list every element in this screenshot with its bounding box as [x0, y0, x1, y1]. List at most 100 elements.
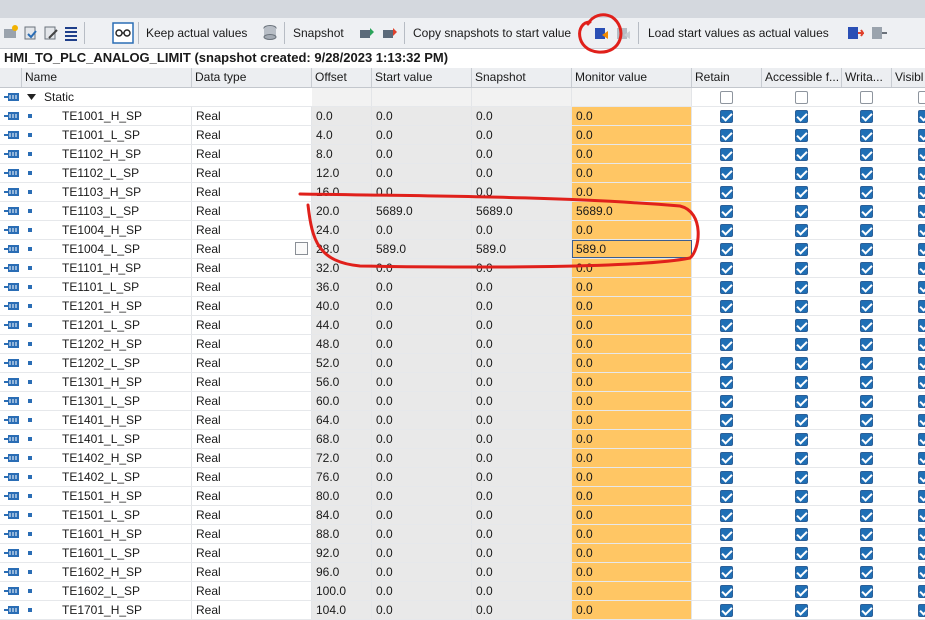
accessible-checkbox[interactable]: [795, 281, 808, 294]
accessible-checkbox[interactable]: [795, 243, 808, 256]
tag-monitor-value[interactable]: 0.0: [572, 563, 692, 581]
table-row[interactable]: TE1601_L_SP Real 92.0 0.0 0.0 0.0: [0, 544, 925, 563]
writable-checkbox[interactable]: [860, 414, 873, 427]
tag-monitor-value[interactable]: 0.0: [572, 183, 692, 201]
writable-checkbox[interactable]: [860, 585, 873, 598]
tag-monitor-value[interactable]: 0.0: [572, 430, 692, 448]
table-row[interactable]: TE1202_L_SP Real 52.0 0.0 0.0 0.0: [0, 354, 925, 373]
retain-checkbox[interactable]: [720, 604, 733, 617]
tag-name[interactable]: TE1401_H_SP: [58, 411, 192, 429]
visible-checkbox[interactable]: [918, 148, 925, 161]
tag-start-value[interactable]: 0.0: [372, 316, 472, 334]
writable-checkbox[interactable]: [860, 547, 873, 560]
retain-checkbox[interactable]: [720, 528, 733, 541]
tag-monitor-value[interactable]: 0.0: [572, 392, 692, 410]
table-row[interactable]: TE1201_L_SP Real 44.0 0.0 0.0 0.0: [0, 316, 925, 335]
tag-name[interactable]: TE1401_L_SP: [58, 430, 192, 448]
database-icon[interactable]: [262, 24, 280, 42]
tag-name[interactable]: TE1004_H_SP: [58, 221, 192, 239]
accessible-checkbox[interactable]: [795, 338, 808, 351]
tag-start-value[interactable]: 0.0: [372, 297, 472, 315]
tag-name[interactable]: TE1602_H_SP: [58, 563, 192, 581]
retain-checkbox[interactable]: [720, 224, 733, 237]
tag-data-type[interactable]: Real: [192, 221, 312, 239]
table-row[interactable]: TE1501_H_SP Real 80.0 0.0 0.0 0.0: [0, 487, 925, 506]
table-row[interactable]: TE1101_H_SP Real 32.0 0.0 0.0 0.0: [0, 259, 925, 278]
tag-monitor-value[interactable]: 0.0: [572, 449, 692, 467]
table-row[interactable]: TE1602_L_SP Real 100.0 0.0 0.0 0.0: [0, 582, 925, 601]
writable-checkbox[interactable]: [860, 262, 873, 275]
header-accessible[interactable]: Accessible f...: [762, 68, 842, 87]
visible-checkbox[interactable]: [918, 319, 925, 332]
retain-checkbox[interactable]: [720, 490, 733, 503]
tag-monitor-value[interactable]: 5689.0: [572, 202, 692, 220]
tag-data-type[interactable]: Real: [192, 145, 312, 163]
visible-checkbox[interactable]: [918, 91, 925, 104]
writable-checkbox[interactable]: [860, 395, 873, 408]
keep-actual-values-button[interactable]: Keep actual values: [146, 24, 247, 42]
visible-checkbox[interactable]: [918, 376, 925, 389]
accessible-checkbox[interactable]: [795, 167, 808, 180]
tag-data-type[interactable]: Real: [192, 259, 312, 277]
retain-checkbox[interactable]: [720, 110, 733, 123]
tag-name[interactable]: TE1602_L_SP: [58, 582, 192, 600]
static-group-row[interactable]: Static: [0, 88, 925, 107]
tag-data-type[interactable]: Real: [192, 582, 312, 600]
writable-checkbox[interactable]: [860, 110, 873, 123]
table-row[interactable]: TE1501_L_SP Real 84.0 0.0 0.0 0.0: [0, 506, 925, 525]
tag-name[interactable]: TE1102_H_SP: [58, 145, 192, 163]
edit-list-icon[interactable]: [295, 242, 308, 255]
accessible-checkbox[interactable]: [795, 490, 808, 503]
writable-checkbox[interactable]: [860, 604, 873, 617]
tag-data-type[interactable]: Real: [192, 411, 312, 429]
retain-checkbox[interactable]: [720, 205, 733, 218]
retain-checkbox[interactable]: [720, 148, 733, 161]
accessible-checkbox[interactable]: [795, 262, 808, 275]
tag-start-value[interactable]: 0.0: [372, 411, 472, 429]
monitor-glasses-icon[interactable]: [112, 22, 134, 44]
tag-name[interactable]: TE1102_L_SP: [58, 164, 192, 182]
visible-checkbox[interactable]: [918, 585, 925, 598]
tag-name[interactable]: TE1001_L_SP: [58, 126, 192, 144]
header-offset[interactable]: Offset: [312, 68, 372, 87]
table-row[interactable]: TE1102_H_SP Real 8.0 0.0 0.0 0.0: [0, 145, 925, 164]
tag-data-type[interactable]: Real: [192, 563, 312, 581]
visible-checkbox[interactable]: [918, 395, 925, 408]
visible-checkbox[interactable]: [918, 433, 925, 446]
accessible-checkbox[interactable]: [795, 110, 808, 123]
tag-name[interactable]: TE1402_H_SP: [58, 449, 192, 467]
tag-start-value[interactable]: 0.0: [372, 563, 472, 581]
writable-checkbox[interactable]: [860, 357, 873, 370]
table-row[interactable]: TE1202_H_SP Real 48.0 0.0 0.0 0.0: [0, 335, 925, 354]
writable-checkbox[interactable]: [860, 167, 873, 180]
tag-data-type[interactable]: Real: [192, 202, 312, 220]
retain-checkbox[interactable]: [720, 585, 733, 598]
accessible-checkbox[interactable]: [795, 547, 808, 560]
tag-name[interactable]: TE1201_H_SP: [58, 297, 192, 315]
visible-checkbox[interactable]: [918, 110, 925, 123]
retain-checkbox[interactable]: [720, 243, 733, 256]
tag-name[interactable]: TE1201_L_SP: [58, 316, 192, 334]
tag-data-type[interactable]: Real: [192, 278, 312, 296]
table-row[interactable]: TE1402_H_SP Real 72.0 0.0 0.0 0.0: [0, 449, 925, 468]
tag-data-type[interactable]: Real: [192, 487, 312, 505]
tag-monitor-value[interactable]: 0.0: [572, 335, 692, 353]
writable-checkbox[interactable]: [860, 376, 873, 389]
tag-start-value[interactable]: 0.0: [372, 525, 472, 543]
table-row[interactable]: TE1602_H_SP Real 96.0 0.0 0.0 0.0: [0, 563, 925, 582]
tag-monitor-value[interactable]: 589.0: [572, 240, 692, 258]
retain-checkbox[interactable]: [720, 376, 733, 389]
visible-checkbox[interactable]: [918, 281, 925, 294]
visible-checkbox[interactable]: [918, 205, 925, 218]
accessible-checkbox[interactable]: [795, 566, 808, 579]
snapshot-button[interactable]: Snapshot: [293, 24, 344, 42]
table-row[interactable]: TE1103_L_SP Real 20.0 5689.0 5689.0 5689.0: [0, 202, 925, 221]
table-row[interactable]: TE1102_L_SP Real 12.0 0.0 0.0 0.0: [0, 164, 925, 183]
tag-data-type[interactable]: Real: [192, 164, 312, 182]
tag-name[interactable]: TE1601_H_SP: [58, 525, 192, 543]
tag-data-type[interactable]: Real: [192, 107, 312, 125]
tag-data-type[interactable]: Real: [192, 392, 312, 410]
writable-checkbox[interactable]: [860, 186, 873, 199]
copy-snapshots-button[interactable]: Copy snapshots to start value: [413, 24, 571, 42]
tag-data-type[interactable]: Real: [192, 430, 312, 448]
